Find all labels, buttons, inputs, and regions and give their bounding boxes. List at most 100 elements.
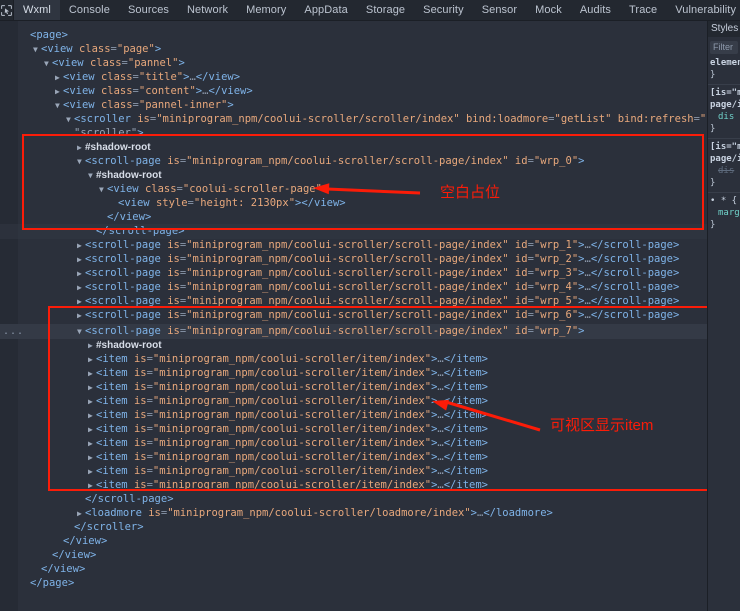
dom-tree-row[interactable]: ▶ <scroll-page is="miniprogram_npm/coolui… (0, 294, 679, 309)
tab-security[interactable]: Security (414, 0, 473, 20)
dom-tree-row[interactable]: ▶ <view class="title">…</view> (0, 70, 240, 85)
twisty-collapsed-icon[interactable]: ▶ (77, 140, 85, 155)
css-declaration[interactable]: dis (710, 165, 740, 177)
tab-label: Trace (629, 4, 658, 16)
twisty-collapsed-icon[interactable]: ▶ (88, 436, 96, 451)
wxml-dom-tree[interactable]: <page> ▼ <view class="page"> ▼ <view class="… (0, 21, 708, 611)
twisty-expanded-icon[interactable]: ▼ (66, 112, 74, 127)
tab-vulnerability[interactable]: Vulnerability (666, 0, 740, 20)
dom-tree-row[interactable]: </view> (0, 210, 151, 225)
dom-row-text: <view class="content">…</view> (63, 85, 253, 97)
dom-tree-row[interactable]: </view> (0, 534, 107, 549)
twisty-collapsed-icon[interactable]: ▶ (77, 280, 85, 295)
twisty-collapsed-icon[interactable]: ▶ (77, 294, 85, 309)
dom-tree-row[interactable]: ▶ <item is="miniprogram_npm/coolui-scroll… (0, 380, 488, 395)
twisty-collapsed-icon[interactable]: ▶ (88, 478, 96, 493)
dom-tree-row[interactable]: ▶ <loadmore is="miniprogram_npm/coolui-sc… (0, 506, 553, 521)
tab-appdata[interactable]: AppData (295, 0, 357, 20)
twisty-collapsed-icon[interactable]: ▶ (88, 450, 96, 465)
twisty-collapsed-icon[interactable]: ▶ (88, 380, 96, 395)
dom-tree-row[interactable]: ▶ <scroll-page is="miniprogram_npm/coolui… (0, 308, 679, 323)
dom-tree-row[interactable]: </view> (0, 562, 85, 577)
tab-memory[interactable]: Memory (237, 0, 295, 20)
css-declaration[interactable]: marg (710, 207, 740, 219)
dom-tree-row[interactable]: ▶ <item is="miniprogram_npm/coolui-scroll… (0, 422, 488, 437)
dom-tree-row[interactable]: ▶ <item is="miniprogram_npm/coolui-scroll… (0, 394, 488, 409)
twisty-collapsed-icon[interactable]: ▶ (88, 352, 96, 367)
css-rule[interactable]: elemen} (708, 57, 740, 81)
css-rule[interactable]: [is="m page/i dis} (708, 87, 740, 135)
styles-filter-input[interactable]: Filter (710, 41, 738, 54)
dom-tree-row[interactable]: ▼<view class="coolui-scroller-page"> (0, 182, 328, 197)
twisty-collapsed-icon[interactable]: ▶ (88, 464, 96, 479)
dom-tree-row[interactable]: </scroller> (0, 520, 144, 535)
twisty-collapsed-icon[interactable]: ▶ (88, 394, 96, 409)
dom-row-text: </scroll-page> (96, 225, 185, 237)
dom-tree-row[interactable]: ▶ <item is="miniprogram_npm/coolui-scroll… (0, 478, 488, 493)
css-closing-brace: } (710, 70, 716, 80)
dom-tree-row[interactable]: ▼ #shadow-root (0, 168, 162, 183)
tab-network[interactable]: Network (178, 0, 237, 20)
dom-tree-row[interactable]: ... ▼ <scroll-page is="miniprogram_npm/coo… (0, 324, 708, 339)
dom-tree-row[interactable]: ▼ <view class="pannel"> (0, 56, 185, 71)
twisty-expanded-icon[interactable]: ▼ (77, 154, 85, 169)
dom-tree-row[interactable]: ▼ <scroll-page is="miniprogram_npm/coolui… (0, 154, 584, 169)
css-declaration[interactable]: dis (710, 111, 740, 123)
dom-tree-row[interactable]: </scroll-page> (0, 224, 708, 239)
twisty-expanded-icon[interactable]: ▼ (88, 168, 96, 183)
css-rule[interactable]: • * {marg} (708, 195, 740, 231)
twisty-expanded-icon[interactable]: ▼ (44, 56, 52, 71)
twisty-expanded-icon[interactable]: ▼ (99, 182, 107, 197)
dom-tree-row[interactable]: </scroll-page> (0, 492, 174, 507)
dom-tree-row[interactable]: </page> (0, 576, 74, 591)
dom-tree-row[interactable]: <view style="height: 2130px"></view> (0, 196, 346, 211)
tab-storage[interactable]: Storage (357, 0, 414, 20)
tab-console[interactable]: Console (60, 0, 119, 20)
dom-row-text: <view class="coolui-scroller-page"> (107, 183, 328, 195)
tab-wxml[interactable]: Wxml (14, 0, 60, 20)
twisty-expanded-icon[interactable]: ▼ (55, 98, 63, 113)
twisty-collapsed-icon[interactable]: ▶ (88, 422, 96, 437)
tab-audits[interactable]: Audits (571, 0, 620, 20)
cursor-select-icon (1, 4, 12, 16)
twisty-collapsed-icon[interactable]: ▶ (77, 266, 85, 281)
dom-tree-row[interactable]: ▼ <view class="page"> (0, 42, 161, 57)
dom-tree-row[interactable]: ▶ <item is="miniprogram_npm/coolui-scroll… (0, 436, 488, 451)
css-rule[interactable]: [is="m page/i dis} (708, 141, 740, 189)
twisty-expanded-icon[interactable]: ▼ (77, 324, 85, 339)
twisty-collapsed-icon[interactable]: ▶ (88, 338, 96, 353)
dom-tree-row[interactable]: ▼ <scroller is="miniprogram_npm/coolui-sc… (0, 112, 708, 127)
tab-label: Network (187, 4, 229, 16)
twisty-expanded-icon[interactable]: ▼ (33, 42, 41, 57)
twisty-collapsed-icon[interactable]: ▶ (88, 408, 96, 423)
dom-tree-row[interactable]: ▶ #shadow-root (0, 338, 162, 353)
dom-tree-row[interactable]: ▼ <view class="pannel-inner"> (0, 98, 234, 113)
dom-tree-row[interactable]: ▶ <scroll-page is="miniprogram_npm/coolui… (0, 280, 679, 295)
dom-tree-row[interactable]: ▶ <item is="miniprogram_npm/coolui-scroll… (0, 352, 488, 367)
dom-tree-row[interactable]: ▶ <view class="content">…</view> (0, 84, 253, 99)
inspect-element-button[interactable] (0, 0, 14, 20)
twisty-collapsed-icon[interactable]: ▶ (77, 252, 85, 267)
dom-tree-row[interactable]: </view> (0, 548, 96, 563)
row-overflow-dots[interactable]: ... (3, 324, 24, 339)
dom-tree-row[interactable]: ▶ <item is="miniprogram_npm/coolui-scroll… (0, 408, 488, 423)
twisty-collapsed-icon[interactable]: ▶ (77, 506, 85, 521)
twisty-collapsed-icon[interactable]: ▶ (88, 366, 96, 381)
dom-tree-row[interactable]: ▶ <scroll-page is="miniprogram_npm/coolui… (0, 252, 679, 267)
dom-tree-row[interactable]: ▶ <item is="miniprogram_npm/coolui-scroll… (0, 464, 488, 479)
twisty-collapsed-icon[interactable]: ▶ (77, 238, 85, 253)
twisty-collapsed-icon[interactable]: ▶ (55, 84, 63, 99)
tab-trace[interactable]: Trace (620, 0, 666, 20)
dom-tree-row[interactable]: <page> (0, 28, 68, 43)
dom-tree-row[interactable]: ▶ <item is="miniprogram_npm/coolui-scroll… (0, 366, 488, 381)
dom-tree-row[interactable]: ▶ <item is="miniprogram_npm/coolui-scroll… (0, 450, 488, 465)
dom-tree-row[interactable]: ▶ <scroll-page is="miniprogram_npm/coolui… (0, 238, 679, 253)
twisty-collapsed-icon[interactable]: ▶ (55, 70, 63, 85)
twisty-collapsed-icon[interactable]: ▶ (77, 308, 85, 323)
tab-sensor[interactable]: Sensor (473, 0, 526, 20)
dom-tree-row[interactable]: "scroller"> (0, 126, 144, 141)
tab-mock[interactable]: Mock (526, 0, 571, 20)
tab-sources[interactable]: Sources (119, 0, 178, 20)
dom-tree-row[interactable]: ▶ #shadow-root (0, 140, 151, 155)
dom-tree-row[interactable]: ▶ <scroll-page is="miniprogram_npm/coolui… (0, 266, 679, 281)
